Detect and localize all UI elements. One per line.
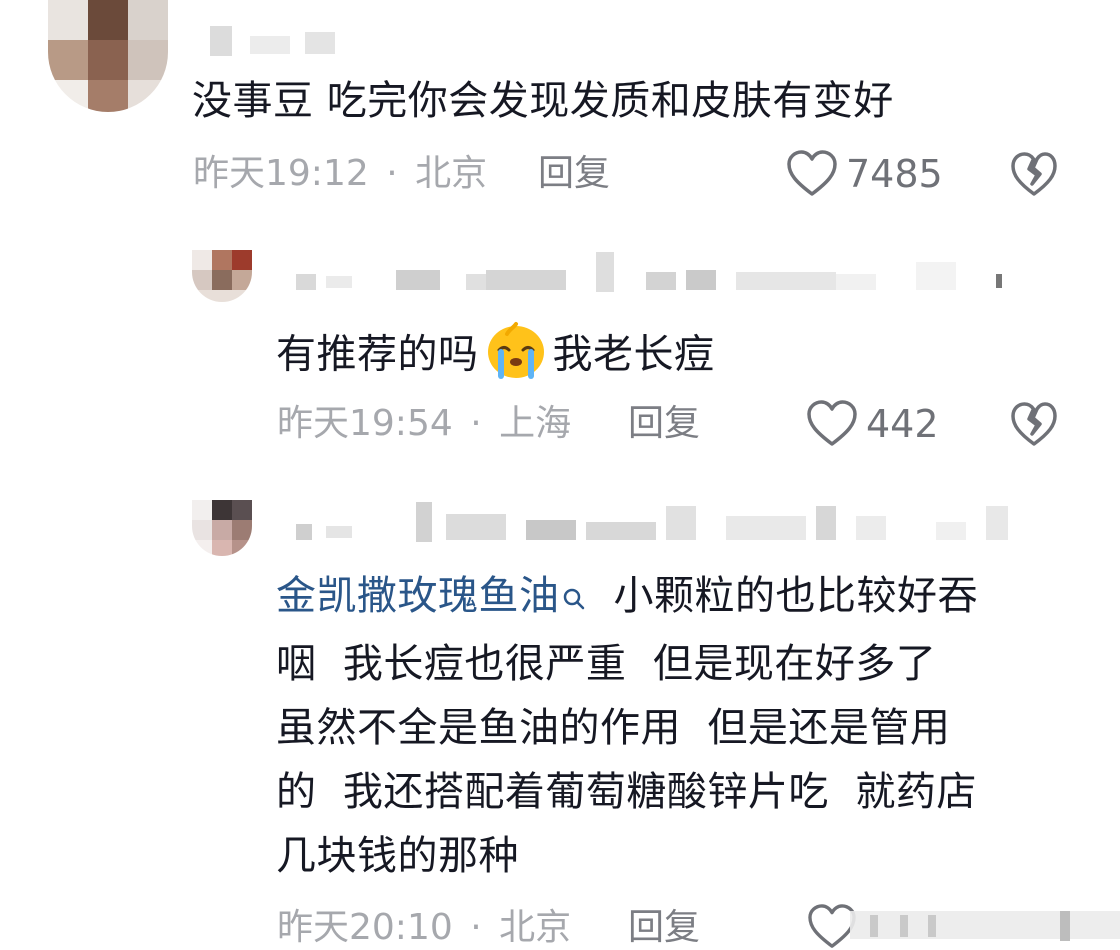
avatar[interactable] (48, 0, 168, 112)
like-button[interactable]: 442 (806, 400, 939, 448)
dislike-button[interactable] (1010, 152, 1058, 202)
comment-text: 没事豆 吃完你会发现发质和皮肤有变好 (192, 78, 894, 124)
product-link[interactable]: 金凯撒玫瑰鱼油 (276, 573, 588, 619)
meta-separator: · (470, 907, 482, 948)
comment-line-1: 小颗粒的也比较好吞 (613, 573, 978, 619)
comment-text: 金凯撒玫瑰鱼油 小颗粒的也比较好吞 咽 我长痘也很严重 但是现在好多了 虽然不全是… (276, 570, 1076, 882)
comment-text-part1: 有推荐的吗 (276, 331, 479, 378)
username-blurred[interactable] (296, 502, 1008, 542)
username-blurred[interactable] (296, 252, 1006, 292)
broken-heart-icon (1010, 402, 1058, 452)
comment-time: 昨天19:54 (277, 403, 453, 444)
reply-button[interactable]: 回复 (628, 906, 700, 950)
broken-heart-icon (1010, 152, 1058, 202)
product-link-text: 金凯撒玫瑰鱼油 (276, 573, 560, 619)
crying-face-emoji (483, 320, 549, 393)
like-count: 7485 (846, 152, 943, 196)
comment-text-part2: 我老长痘 (552, 331, 715, 378)
dislike-button[interactable] (1010, 402, 1058, 452)
comment-time: 昨天20:10 (277, 907, 453, 948)
comment-location: 北京 (415, 153, 488, 194)
comment-line-4: 的 我还搭配着葡萄糖酸锌片吃 就药店 (276, 769, 977, 815)
comment-time: 昨天19:12 (193, 153, 369, 194)
meta-separator: · (470, 403, 482, 444)
heart-outline-icon (806, 400, 858, 448)
username-blurred[interactable] (210, 18, 370, 58)
comment-meta: 昨天19:12 · 北京 (193, 152, 487, 196)
comment-line-5: 几块钱的那种 (276, 833, 519, 879)
comment-location: 上海 (499, 403, 572, 444)
comment-location: 北京 (499, 907, 572, 948)
comment-text: 有推荐的吗 我老长痘 (276, 320, 715, 393)
avatar[interactable] (192, 250, 252, 302)
comment-meta: 昨天19:54 · 上海 (277, 402, 571, 446)
reply-button[interactable]: 回复 (628, 402, 700, 446)
heart-outline-icon (786, 150, 838, 198)
meta-separator: · (386, 153, 398, 194)
search-icon (562, 574, 588, 626)
like-count: 442 (866, 402, 939, 446)
comment-line-2: 咽 我长痘也很严重 但是现在好多了 (276, 641, 937, 687)
avatar[interactable] (192, 500, 252, 556)
comment-meta: 昨天20:10 · 北京 (277, 906, 571, 950)
watermark-overlay (810, 905, 1120, 950)
reply-button[interactable]: 回复 (538, 152, 610, 196)
comment-line-3: 虽然不全是鱼油的作用 但是还是管用 (276, 705, 951, 751)
like-button[interactable]: 7485 (786, 150, 943, 198)
